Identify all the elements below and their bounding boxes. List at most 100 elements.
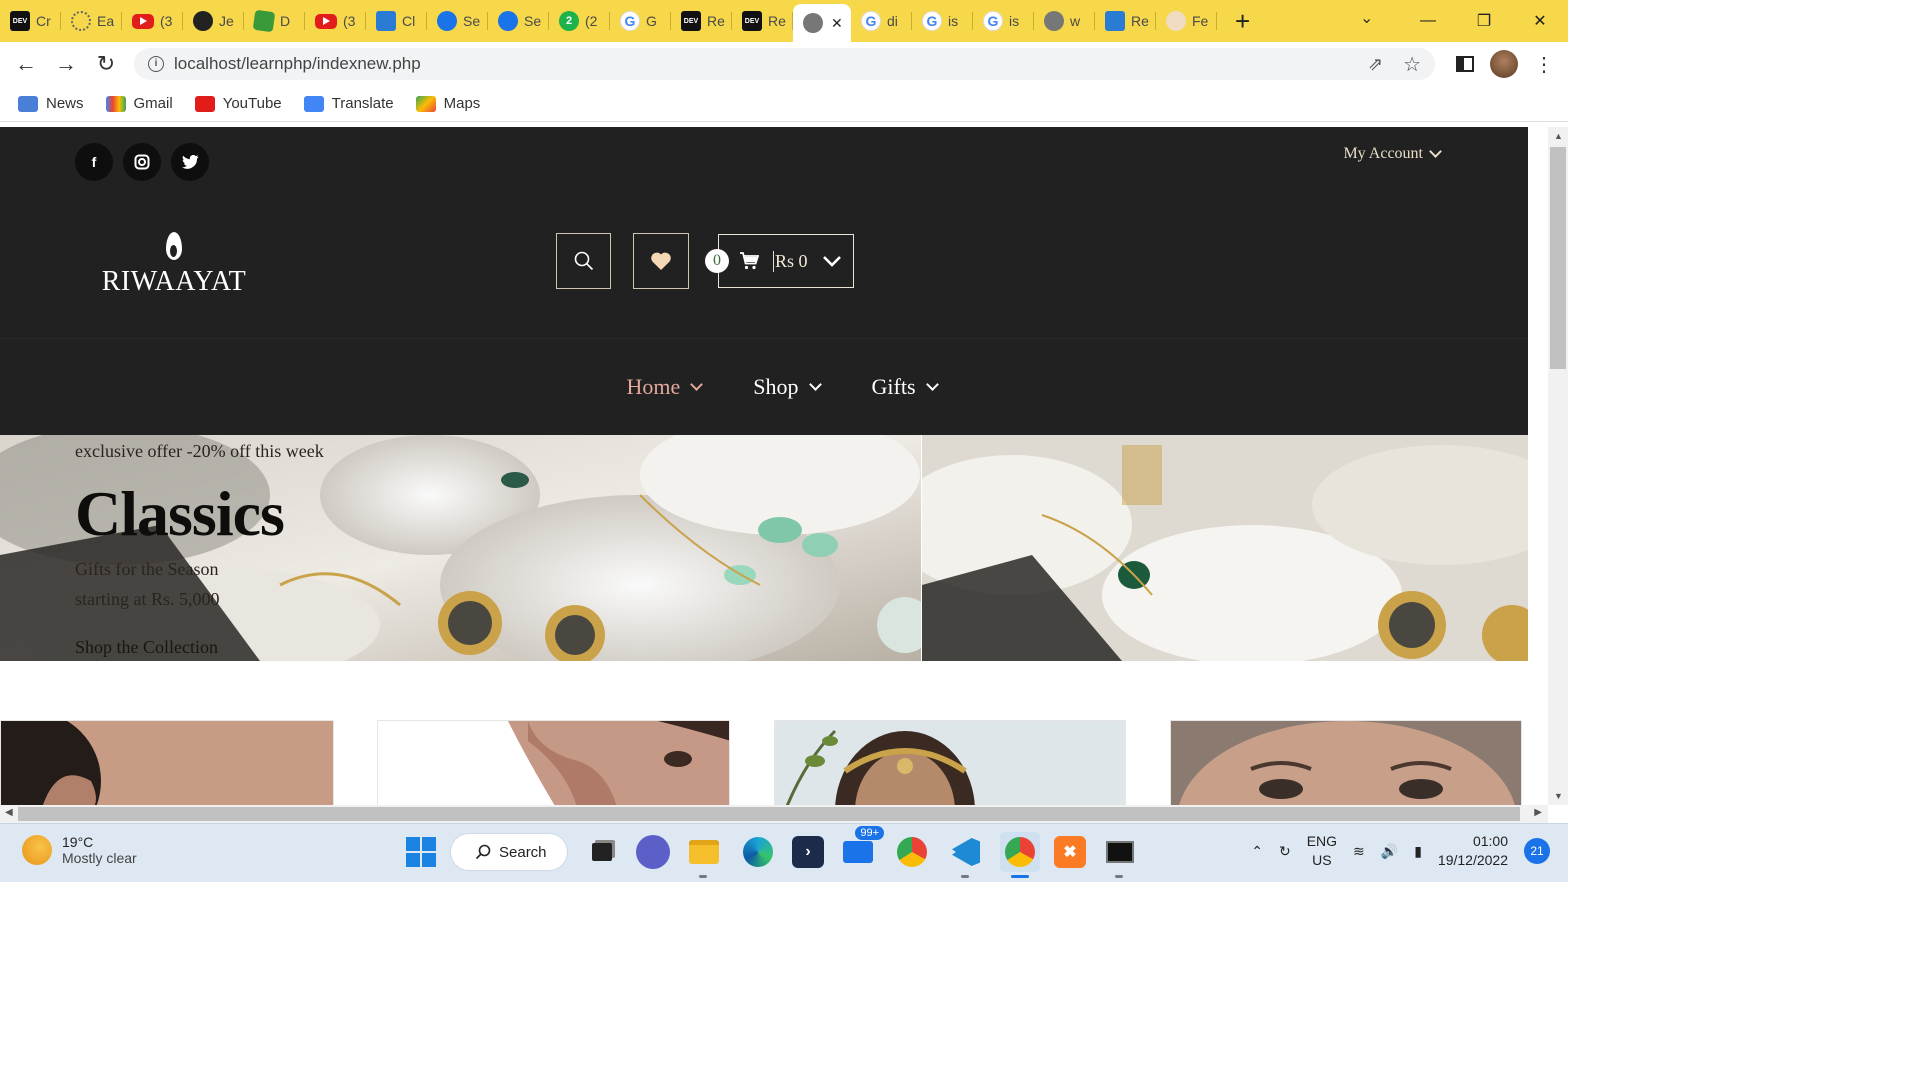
scroll-right-icon[interactable]: ▶	[1534, 807, 1542, 818]
volume-icon[interactable]: 🔊	[1381, 843, 1398, 860]
chrome-icon[interactable]	[892, 832, 932, 872]
file-explorer-icon[interactable]	[684, 832, 724, 878]
minimize-icon[interactable]: —	[1400, 12, 1456, 30]
weather-widget[interactable]: 19°C Mostly clear	[22, 834, 137, 866]
my-account-menu[interactable]: My Account	[1343, 145, 1442, 163]
scroll-down-icon[interactable]: ▼	[1554, 791, 1563, 801]
bookmark-translate[interactable]: Translate	[303, 95, 394, 112]
tab-search-chevron-icon[interactable]: ⌄	[1360, 8, 1373, 28]
browser-tab[interactable]: GG	[610, 0, 671, 42]
windows-start-icon[interactable]	[406, 837, 436, 867]
browser-tab[interactable]: D	[244, 0, 305, 42]
chevron-up-icon[interactable]: ⌃	[1251, 843, 1263, 860]
bookmarks-bar: News Gmail YouTube Translate Maps	[0, 86, 1568, 122]
vertical-scrollbar[interactable]: ▲ ▼	[1548, 127, 1568, 805]
windows-taskbar: 19°C Mostly clear Search › 99+ ✖ ⌃ ↻ ENG…	[0, 823, 1568, 882]
task-view-icon[interactable]	[582, 832, 622, 872]
browser-tab[interactable]: w	[1034, 0, 1095, 42]
search-button[interactable]	[556, 233, 611, 289]
new-tab-icon[interactable]: +	[1235, 6, 1250, 37]
address-bar[interactable]: i localhost/learnphp/indexnew.php ⇗ ☆	[134, 48, 1435, 80]
profile-avatar[interactable]	[1490, 50, 1518, 78]
bookmark-youtube[interactable]: YouTube	[194, 95, 282, 112]
google-icon: G	[861, 11, 881, 31]
nav-item-gifts[interactable]: Gifts	[872, 374, 939, 400]
battery-icon[interactable]: ▮	[1414, 843, 1422, 860]
product-card-ring[interactable]	[377, 720, 730, 805]
browser-tab[interactable]: 2 (2	[549, 0, 610, 42]
taskbar-search[interactable]: Search	[450, 833, 568, 871]
terminal-icon[interactable]	[1100, 832, 1140, 878]
sync-icon[interactable]: ↻	[1279, 843, 1291, 860]
browser-tab[interactable]: Cl	[366, 0, 427, 42]
social-links: f	[75, 143, 209, 181]
scroll-up-icon[interactable]: ▲	[1554, 131, 1563, 141]
browser-tab[interactable]: Se	[427, 0, 488, 42]
chevron-down-icon	[925, 378, 939, 391]
browser-tab[interactable]: DEV Re	[732, 0, 793, 42]
nav-item-home[interactable]: Home	[626, 374, 704, 400]
wifi-icon[interactable]: ≋	[1353, 843, 1365, 860]
share-icon[interactable]: ⇗	[1368, 54, 1383, 75]
browser-tab[interactable]: (3	[122, 0, 183, 42]
menu-kebab-icon[interactable]: ⋮	[1534, 52, 1554, 77]
mail-icon[interactable]: 99+	[838, 826, 884, 872]
clock[interactable]: 01:00 19/12/2022	[1438, 832, 1508, 870]
hero-jewelry-image-2	[922, 435, 1528, 661]
product-card-headpiece[interactable]	[774, 720, 1126, 805]
bookmark-maps[interactable]: Maps	[415, 95, 480, 112]
cart-button[interactable]: Rs 0	[718, 234, 854, 288]
restore-icon[interactable]: ❐	[1456, 11, 1512, 31]
edge-icon[interactable]	[738, 832, 778, 872]
vscode-icon[interactable]	[946, 832, 986, 878]
instagram-icon[interactable]	[123, 143, 161, 181]
browser-tab[interactable]: Gis	[912, 0, 973, 42]
browser-tab[interactable]: Ea	[61, 0, 122, 42]
site-info-icon[interactable]: i	[148, 56, 164, 72]
facebook-icon[interactable]: f	[75, 143, 113, 181]
close-tab-icon[interactable]: ✕	[831, 15, 843, 32]
language-indicator[interactable]: ENG US	[1307, 832, 1337, 870]
product-card-ear[interactable]	[0, 720, 334, 805]
browser-tab[interactable]: Je	[183, 0, 244, 42]
gear-icon	[498, 11, 518, 31]
browser-tab[interactable]: Gdi	[851, 0, 912, 42]
youtube-icon	[315, 13, 337, 29]
bookmark-gmail[interactable]: Gmail	[105, 95, 173, 112]
bookmark-star-icon[interactable]: ☆	[1403, 52, 1421, 77]
notification-badge[interactable]: 21	[1524, 838, 1550, 864]
nav-item-shop[interactable]: Shop	[753, 374, 822, 400]
tab-title: w	[1070, 13, 1081, 29]
browser-tab[interactable]: DEV Re	[671, 0, 732, 42]
time-text: 01:00	[1472, 833, 1508, 849]
twitter-icon[interactable]	[171, 143, 209, 181]
wishlist-button[interactable]	[633, 233, 689, 289]
google-icon: G	[922, 11, 942, 31]
browser-tab[interactable]: DEV Cr	[0, 0, 61, 42]
browser-tab[interactable]: Re	[1095, 0, 1156, 42]
browser-tab[interactable]: Fe	[1156, 0, 1217, 42]
scroll-left-icon[interactable]: ◀	[5, 807, 13, 818]
xampp-icon[interactable]: ✖	[1054, 836, 1086, 868]
teams-chat-icon[interactable]	[636, 835, 670, 869]
browser-tab[interactable]: Se	[488, 0, 549, 42]
back-icon[interactable]: ←	[6, 51, 46, 77]
url-text[interactable]: localhost/learnphp/indexnew.php	[174, 54, 421, 74]
reload-icon[interactable]: ↻	[86, 51, 126, 77]
hero-subtitle: Gifts for the Season	[75, 559, 219, 579]
browser-tab-active[interactable]: ✕	[793, 4, 851, 42]
site-logo[interactable]: RIWAAYAT	[100, 232, 248, 298]
browser-tab[interactable]: Gis	[973, 0, 1034, 42]
chrome-profile-icon[interactable]	[1000, 832, 1040, 878]
scrollbar-thumb[interactable]	[18, 807, 1520, 821]
horizontal-scrollbar[interactable]: ◀ ▶	[0, 805, 1548, 823]
powershell-icon[interactable]: ›	[792, 836, 824, 868]
side-panel-icon[interactable]	[1456, 56, 1474, 72]
close-window-icon[interactable]: ✕	[1512, 11, 1568, 31]
scrollbar-thumb[interactable]	[1550, 147, 1566, 369]
browser-tab[interactable]: (3	[305, 0, 366, 42]
shop-collection-link[interactable]: Shop the Collection	[75, 637, 218, 658]
bookmark-news[interactable]: News	[18, 95, 84, 112]
product-card-face[interactable]	[1170, 720, 1522, 805]
forward-icon[interactable]: →	[46, 51, 86, 77]
